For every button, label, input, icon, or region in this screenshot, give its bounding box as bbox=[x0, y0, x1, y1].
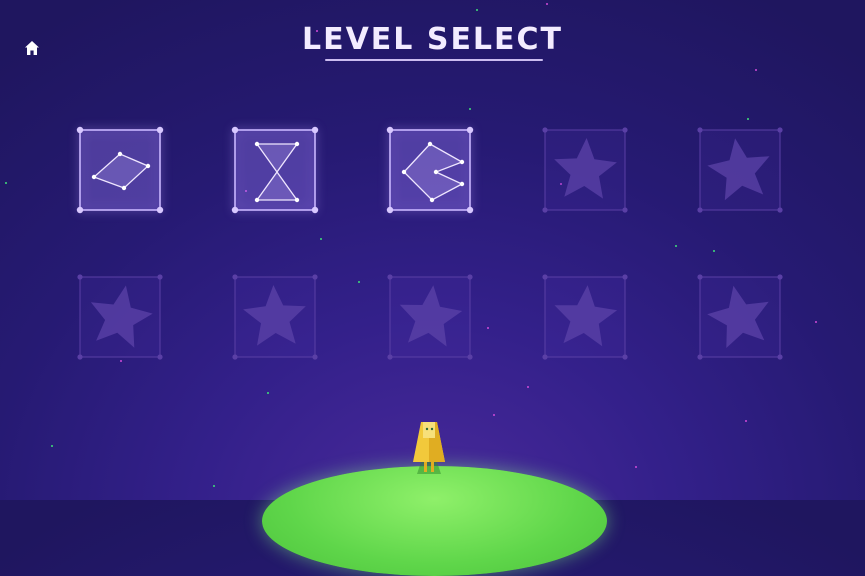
star-dot bbox=[320, 238, 322, 240]
page-title: LEVEL SELECT bbox=[301, 22, 564, 57]
level-tile-1[interactable]: 1 bbox=[76, 126, 164, 214]
constellation-pacman bbox=[386, 126, 474, 214]
star-dot bbox=[755, 69, 757, 71]
locked-star-icon bbox=[77, 274, 163, 360]
star-dot bbox=[747, 118, 749, 120]
star-dot bbox=[635, 466, 637, 468]
constellation-parallelogram bbox=[76, 126, 164, 214]
star-dot bbox=[51, 445, 53, 447]
constellation-hourglass bbox=[231, 126, 319, 214]
star-dot bbox=[469, 108, 471, 110]
level-tile-4: 4 bbox=[542, 127, 628, 213]
planet bbox=[262, 466, 607, 576]
level-tile-5: 5 bbox=[697, 127, 783, 213]
level-tile-6: 6 bbox=[77, 274, 163, 360]
star-dot bbox=[120, 360, 122, 362]
locked-star-icon bbox=[232, 274, 318, 360]
star-dot bbox=[358, 281, 360, 283]
title-underline bbox=[325, 59, 543, 61]
locked-star-icon bbox=[697, 127, 783, 213]
level-tile-9: 9 bbox=[542, 274, 628, 360]
star-dot bbox=[713, 250, 715, 252]
level-tile-7: 7 bbox=[232, 274, 318, 360]
level-tile-2[interactable]: 2 bbox=[231, 126, 319, 214]
star-dot bbox=[5, 182, 7, 184]
star-dot bbox=[815, 321, 817, 323]
star-dot bbox=[476, 9, 478, 11]
star-dot bbox=[546, 3, 548, 5]
locked-star-icon bbox=[697, 274, 783, 360]
locked-star-icon bbox=[387, 274, 473, 360]
star-dot bbox=[267, 392, 269, 394]
star-dot bbox=[487, 327, 489, 329]
character bbox=[413, 422, 445, 474]
star-dot bbox=[527, 386, 529, 388]
level-tile-8: 8 bbox=[387, 274, 473, 360]
level-tile-10: 10 bbox=[697, 274, 783, 360]
star-dot bbox=[745, 420, 747, 422]
locked-star-icon bbox=[542, 127, 628, 213]
level-tile-3[interactable]: 3 bbox=[386, 126, 474, 214]
star-dot bbox=[493, 414, 495, 416]
star-dot bbox=[675, 245, 677, 247]
star-dot bbox=[213, 485, 215, 487]
locked-star-icon bbox=[542, 274, 628, 360]
